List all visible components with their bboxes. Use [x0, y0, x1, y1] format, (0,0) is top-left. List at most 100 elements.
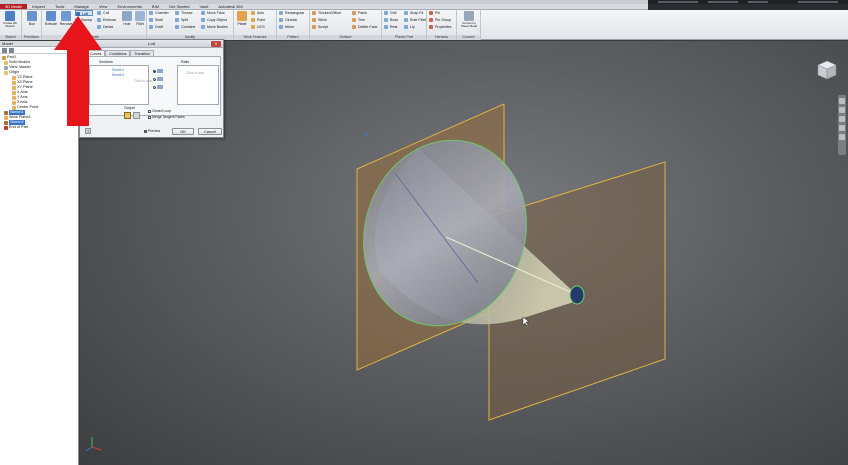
rails-mode-radio[interactable] [153, 69, 163, 74]
tab-environments[interactable]: Environments [112, 4, 146, 9]
output-surface-button[interactable] [133, 112, 140, 119]
sketch2-profile[interactable] [569, 285, 585, 305]
merge-tangent-faces-checkbox[interactable]: Merge Tangent Faces [148, 115, 185, 119]
split-button[interactable]: Split [175, 17, 188, 23]
axis-button[interactable]: Axis [251, 10, 264, 16]
steering-wheel-icon[interactable] [839, 98, 845, 104]
axis-icon [12, 95, 16, 100]
split-icon [175, 18, 179, 22]
radio-icon [153, 85, 156, 89]
draft-button[interactable]: Draft [149, 24, 163, 30]
tab-view[interactable]: View [94, 4, 113, 9]
chamfer-button[interactable]: Chamfer [149, 10, 169, 16]
mirror-icon [279, 25, 283, 29]
rest-button[interactable]: Rest [384, 24, 397, 30]
rectangular-button[interactable]: Rectangular [279, 10, 304, 16]
box-button[interactable]: Box [25, 11, 39, 33]
tab-inspect[interactable]: Inspect [27, 4, 50, 9]
copy-object-button[interactable]: Copy Object [201, 17, 227, 23]
snap-fit-button[interactable]: Snap Fit [404, 10, 423, 16]
grill-button[interactable]: Grill [384, 10, 396, 16]
tab-tools[interactable]: Tools [50, 4, 69, 9]
cancel-button[interactable]: Cancel [198, 128, 222, 135]
origin-marker [365, 133, 369, 135]
ok-button[interactable]: OK [172, 128, 194, 135]
area-loft-radio[interactable] [153, 85, 163, 90]
plane-icon [12, 75, 16, 80]
chamfer-icon [149, 11, 153, 15]
sections-click-to-add[interactable]: Click to add [134, 79, 152, 83]
rectangular-pattern-icon [279, 11, 283, 15]
boss-button[interactable]: Boss [384, 17, 398, 23]
rails-click-to-add[interactable]: Click to add [186, 71, 204, 75]
section-sketch1[interactable]: Sketch1 [112, 68, 124, 72]
point-button[interactable]: Point [251, 17, 265, 23]
ucs-icon [251, 25, 255, 29]
move-bodies-button[interactable]: Move Bodies [201, 24, 228, 30]
ucs-button[interactable]: UCS [251, 24, 265, 30]
plane-icon [237, 11, 247, 21]
tab-autodesk-360[interactable]: Autodesk 360 [213, 4, 247, 9]
fillet-button[interactable]: Fillet [133, 11, 147, 33]
move-face-button[interactable]: Move Face [201, 10, 225, 16]
axis-icon [12, 100, 16, 105]
combine-button[interactable]: Combine [175, 24, 195, 30]
plane-button[interactable]: Plane [235, 11, 249, 33]
plane-icon [4, 115, 8, 120]
help-button[interactable]: ? [85, 128, 91, 134]
filter-icon[interactable] [2, 48, 7, 53]
find-icon[interactable] [9, 48, 14, 53]
thread-button[interactable]: Thread [175, 10, 192, 16]
pin-group-button[interactable]: Pin Group [429, 17, 451, 23]
patch-button[interactable]: Patch [352, 10, 367, 16]
center-line-radio[interactable] [153, 77, 163, 82]
sculpt-button[interactable]: Sculpt [312, 24, 328, 30]
grill-icon [384, 11, 388, 15]
shell-button[interactable]: Shell [149, 17, 163, 23]
trim-button[interactable]: Trim [352, 17, 365, 23]
pan-icon[interactable] [839, 107, 845, 113]
hole-icon [122, 11, 132, 21]
rails-title: Rails [181, 60, 189, 64]
rule-fillet-button[interactable]: Rule Fillet [404, 17, 426, 23]
viewcube[interactable] [816, 59, 838, 81]
tab-get-started[interactable]: Get Started [164, 4, 194, 9]
thicken-offset-button[interactable]: Thicken/Offset [312, 10, 341, 16]
tab-3d-model[interactable]: 3D Model [0, 4, 28, 9]
point-icon [251, 18, 255, 22]
ribbon: Create 2D Sketch Sketch Box Primitives E… [0, 10, 848, 40]
tab-manage[interactable]: Manage [69, 4, 93, 9]
copy-object-icon [201, 18, 205, 22]
orbit-icon[interactable] [839, 125, 845, 131]
properties-button[interactable]: Properties [429, 24, 451, 30]
lip-icon [404, 25, 408, 29]
hole-button[interactable]: Hole [120, 11, 134, 33]
rails-list[interactable]: Click to add [177, 65, 219, 105]
radio-icon [153, 77, 156, 81]
output-solid-button[interactable] [124, 112, 131, 119]
circular-button[interactable]: Circular [279, 17, 297, 23]
close-button[interactable]: X [211, 41, 221, 47]
tab-vault[interactable]: Vault [195, 4, 214, 9]
mirror-button[interactable]: Mirror [279, 24, 294, 30]
section-sketch2[interactable]: Sketch2 [112, 73, 124, 77]
shell-icon [149, 18, 153, 22]
folder-icon [4, 60, 8, 65]
part-icon [2, 55, 6, 60]
closed-loop-checkbox[interactable]: Closed Loop [148, 109, 171, 113]
thread-icon [175, 11, 179, 15]
tab-bim[interactable]: BIM [147, 4, 164, 9]
panel-harness: Pin Pin Group Properties Harness [427, 10, 457, 40]
coil-icon [97, 11, 101, 15]
look-at-icon[interactable] [839, 134, 845, 140]
delete-face-button[interactable]: Delete Face [352, 24, 377, 30]
preview-checkbox[interactable]: Preview [144, 129, 160, 133]
folder-icon [4, 70, 8, 75]
stitch-button[interactable]: Stitch [312, 17, 327, 23]
create-2d-sketch-button[interactable]: Create 2D Sketch [3, 11, 17, 33]
convert-sheet-metal-button[interactable]: Convert to Sheet Metal [461, 11, 477, 33]
zoom-icon[interactable] [839, 116, 845, 122]
lip-button[interactable]: Lip [404, 24, 415, 30]
pin-button[interactable]: Pin [429, 10, 440, 16]
center-line-icon [157, 77, 163, 82]
